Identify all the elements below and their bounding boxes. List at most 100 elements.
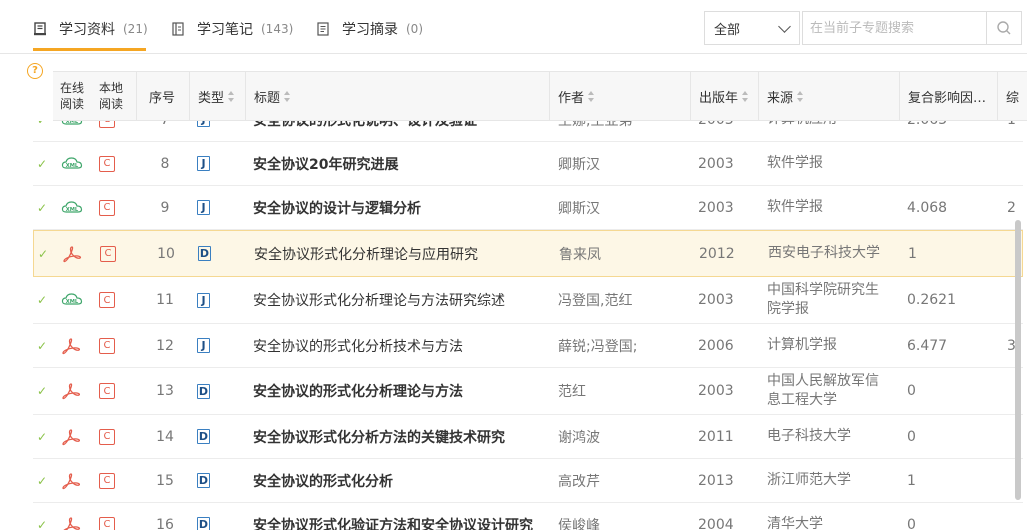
col-title[interactable]: 标题 (245, 72, 549, 120)
table-row[interactable]: ✓ XML C 11 J 安全协议形式化分析理论与方法研究综述 冯登国,范红 2003 中国科学… (33, 277, 1023, 324)
row-title[interactable]: 安全协议的形式化分析 (253, 459, 543, 502)
local-read-icon[interactable]: C (99, 415, 119, 458)
row-number: 14 (156, 428, 174, 445)
pdf-icon[interactable] (61, 503, 83, 530)
row-year: 2006 (698, 337, 734, 354)
tab-bar: 学习资料 (21) 学习笔记 (143) 学习摘录 (0) 全部 (0, 0, 1027, 54)
col-year[interactable]: 出版年 (690, 72, 758, 120)
scope-select-value: 全部 (714, 22, 741, 38)
row-number: 7 (143, 121, 187, 141)
col-online-read-line1: 在线 (59, 81, 84, 95)
tab-count: (0) (406, 22, 423, 36)
check-icon: ✓ (37, 200, 48, 215)
row-extra (1007, 503, 1023, 530)
pdf-icon[interactable] (62, 231, 84, 276)
local-read-icon[interactable]: C (99, 277, 119, 323)
col-title-label: 标题 (254, 90, 281, 106)
row-year: 2003 (698, 292, 734, 308)
tab-label: 学习摘录 (342, 22, 398, 38)
xml-cloud-icon[interactable]: XML (61, 121, 83, 141)
svg-text:XML: XML (66, 207, 79, 213)
local-read-icon[interactable]: C (99, 503, 119, 530)
row-impact: 0 (907, 516, 916, 530)
col-source[interactable]: 来源 (758, 72, 899, 120)
col-type[interactable]: 类型 (189, 72, 245, 120)
row-title[interactable]: 安全协议形式化分析理论与应用研究 (254, 231, 544, 276)
table-body: ✓XMLC7J安全协议的形式化说明、设计及验证王娜,王亚弟2003计算机应用2.… (33, 121, 1023, 530)
pdf-icon[interactable] (61, 324, 83, 367)
col-online-read: 在线 阅读 (53, 72, 91, 120)
row-title[interactable]: 安全协议20年研究进展 (253, 142, 543, 185)
xml-cloud-icon[interactable]: XML (61, 277, 83, 323)
chevron-down-icon (778, 20, 791, 33)
table-row[interactable]: ✓ XML C 8 J 安全协议20年研究进展 卿斯汉 2003 软件学报 (33, 142, 1023, 186)
pdf-icon[interactable] (61, 415, 83, 458)
sort-icon (588, 90, 595, 102)
xml-cloud-icon[interactable]: XML (61, 142, 83, 185)
type-badge: J (197, 277, 213, 323)
row-source: 浙江师范大学 (767, 472, 851, 488)
type-badge-letter: J (197, 292, 210, 308)
check-icon: ✓ (37, 338, 48, 353)
col-extra[interactable]: 综 (997, 72, 1027, 120)
scope-select[interactable]: 全部 (704, 11, 800, 45)
row-title[interactable]: 安全协议的形式化分析技术与方法 (253, 324, 543, 367)
row-impact: 1 (908, 245, 917, 262)
type-badge: D (197, 459, 213, 502)
row-source: 软件学报 (767, 155, 823, 171)
table-row[interactable]: ✓ C 10 D 安全协议形式化分析理论与应用研究 鲁来凤 2012 西安电子科技大学 1 (33, 230, 1023, 277)
row-title[interactable]: 安全协议的形式化说明、设计及验证 (253, 121, 543, 141)
check-icon: ✓ (37, 473, 48, 488)
col-year-label: 出版年 (699, 90, 739, 106)
tab-study-excerpts[interactable]: 学习摘录 (0) (316, 18, 423, 40)
local-read-icon[interactable]: C (99, 186, 119, 229)
local-read-icon[interactable]: C (99, 142, 119, 185)
table-row[interactable]: ✓ C 13 D 安全协议的形式化分析理论与方法 范红 2003 中国人民解放军信息工程大学 0 (33, 368, 1023, 415)
row-impact: 0.2621 (907, 292, 956, 308)
pdf-icon[interactable] (61, 459, 83, 502)
pdf-icon[interactable] (61, 368, 83, 414)
vertical-scrollbar[interactable] (1015, 220, 1021, 500)
check-icon: ✓ (37, 121, 51, 141)
table-row[interactable]: ✓ XML C 9 J 安全协议的设计与逻辑分析 卿斯汉 2003 软件学报 4.068 2 (33, 186, 1023, 230)
row-extra (1007, 142, 1023, 185)
tab-study-notes[interactable]: 学习笔记 (143) (171, 18, 293, 40)
row-source: 计算机应用 (767, 121, 892, 141)
local-read-icon[interactable]: C (99, 459, 119, 502)
row-title[interactable]: 安全协议形式化分析方法的关键技术研究 (253, 415, 543, 458)
row-number: 12 (156, 337, 174, 354)
row-title[interactable]: 安全协议形式化验证方法和安全协议设计研究 (253, 503, 543, 530)
local-read-icon[interactable]: C (99, 324, 119, 367)
search-input[interactable] (802, 11, 987, 45)
table-row[interactable]: ✓ C 16 D 安全协议形式化验证方法和安全协议设计研究 侯峻峰 2004 清华大学 0 (33, 503, 1023, 530)
col-author[interactable]: 作者 (549, 72, 690, 120)
row-author: 鲁来凤 (559, 246, 601, 263)
col-local-read-line2: 阅读 (98, 97, 123, 111)
active-tab-indicator (33, 48, 146, 51)
col-type-label: 类型 (198, 90, 225, 106)
row-year: 2013 (698, 472, 734, 489)
col-source-label: 来源 (767, 90, 794, 106)
row-year: 2012 (699, 245, 735, 262)
table-row[interactable]: ✓ C 14 D 安全协议形式化分析方法的关键技术研究 谢鸿波 2011 电子科技大学 0 (33, 415, 1023, 459)
help-icon[interactable]: ? (27, 63, 43, 79)
type-badge: J (197, 186, 213, 229)
row-impact: 4.068 (907, 199, 948, 216)
type-badge-letter: D (197, 429, 210, 444)
table-row[interactable]: ✓ XML C 7 J 安全协议的形式化说明、设计及验证王娜,王亚弟 2003 计算机应用 2.… (33, 121, 1023, 142)
local-read-icon[interactable]: C (99, 368, 119, 414)
local-read-icon[interactable]: C (100, 231, 120, 276)
col-impact[interactable]: 复合影响因… (899, 72, 997, 120)
xml-cloud-icon[interactable]: XML (61, 186, 83, 229)
tab-study-materials[interactable]: 学习资料 (21) (33, 18, 148, 40)
table-row[interactable]: ✓ C 15 D 安全协议的形式化分析 高改芹 2013 浙江师范大学 1 (33, 459, 1023, 503)
table-row[interactable]: ✓ C 12 J 安全协议的形式化分析技术与方法 薛锐;冯登国; 2006 计算机学报 6.47… (33, 324, 1023, 368)
row-title[interactable]: 安全协议的设计与逻辑分析 (253, 186, 543, 229)
row-title[interactable]: 安全协议形式化分析理论与方法研究综述 (253, 277, 543, 323)
local-read-icon[interactable]: C (99, 121, 119, 141)
search-button[interactable] (986, 11, 1022, 45)
row-title[interactable]: 安全协议的形式化分析理论与方法 (253, 368, 543, 414)
type-badge-letter: D (198, 246, 211, 261)
type-badge-letter: D (197, 517, 210, 530)
check-icon: ✓ (38, 246, 49, 261)
